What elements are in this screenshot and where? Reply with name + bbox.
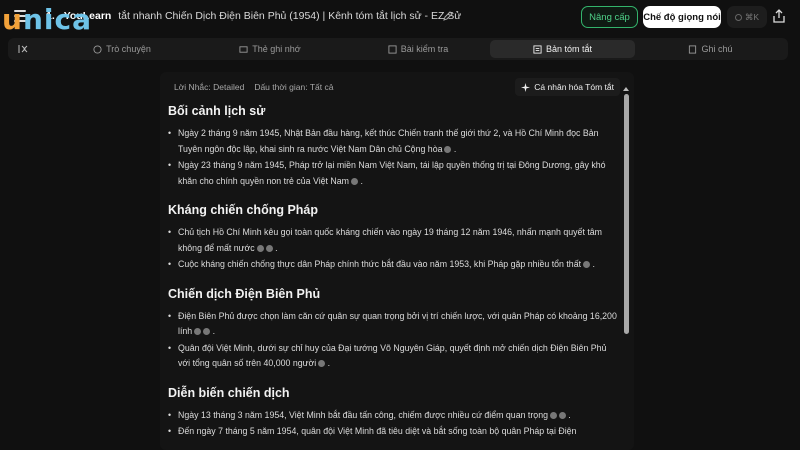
section-heading: Chiến dịch Điện Biên Phủ bbox=[168, 286, 321, 301]
prompt-filter[interactable]: Lời Nhắc: Detailed bbox=[174, 82, 244, 92]
notebook-title: 1. YouLearn tắt nhanh Chiến Dịch Điện Bi… bbox=[46, 10, 461, 22]
notebook-title-text: tắt nhanh Chiến Dịch Điện Biên Phủ (1954… bbox=[118, 10, 462, 22]
shortcut-label: ⌘K bbox=[744, 11, 760, 22]
personalize-summary-button[interactable]: Cá nhân hóa Tóm tắt bbox=[515, 78, 620, 96]
share-icon[interactable] bbox=[773, 9, 785, 23]
top-bar: 1. YouLearn tắt nhanh Chiến Dịch Điện Bi… bbox=[0, 0, 800, 36]
list-item: Cuộc kháng chiến chống thực dân Pháp chí… bbox=[168, 257, 618, 273]
citation-icon[interactable] bbox=[203, 328, 211, 336]
collapse-sidebar-button[interactable] bbox=[12, 40, 34, 58]
tab-flashcards[interactable]: Thẻ ghi nhớ bbox=[196, 40, 344, 58]
section-heading: Bối cảnh lịch sử bbox=[168, 104, 266, 118]
scroll-up-arrow[interactable] bbox=[623, 87, 629, 91]
section-heading: Kháng chiến chống Pháp bbox=[168, 203, 319, 217]
list-item: Ngày 23 tháng 9 năm 1945, Pháp trở lại m… bbox=[168, 158, 618, 189]
section-list: Ngày 2 tháng 9 năm 1945, Nhật Bản đầu hà… bbox=[168, 126, 618, 189]
unica-logo: u nica bbox=[2, 2, 92, 36]
list-item: Ngày 2 tháng 9 năm 1945, Nhật Bản đầu hà… bbox=[168, 126, 618, 157]
section-list: Ngày 13 tháng 3 năm 1954, Việt Minh bắt … bbox=[168, 408, 618, 440]
summary-panel: Lời Nhắc: Detailed Dấu thời gian: Tất cả… bbox=[160, 72, 634, 450]
list-item: Điện Biên Phủ được chọn làm căn cứ quân … bbox=[168, 309, 618, 340]
list-item: Quân đội Việt Minh, dưới sự chỉ huy của … bbox=[168, 341, 618, 372]
tab-notes[interactable]: Ghi chú bbox=[638, 40, 783, 58]
summary-content: Bối cảnh lịch sử Ngày 2 tháng 9 năm 1945… bbox=[168, 104, 618, 450]
citation-icon[interactable] bbox=[549, 411, 557, 419]
citation-icon[interactable] bbox=[351, 177, 358, 185]
tab-bar: Trò chuyện Thẻ ghi nhớ Bài kiểm tra Bản … bbox=[8, 38, 788, 60]
section-list: Chủ tịch Hồ Chí Minh kêu gọi toàn quốc k… bbox=[168, 225, 618, 273]
pencil-icon[interactable] bbox=[443, 11, 453, 21]
sparkle-icon bbox=[521, 82, 531, 92]
tab-chat[interactable]: Trò chuyện bbox=[48, 40, 196, 58]
citation-icon[interactable] bbox=[265, 244, 273, 252]
citation-icon[interactable] bbox=[194, 328, 202, 336]
summary-icon bbox=[533, 44, 542, 54]
section-heading: Diễn biến chiến dịch bbox=[168, 385, 290, 400]
collapse-icon bbox=[18, 45, 28, 53]
voice-mode-button[interactable]: Chế độ giọng nói bbox=[643, 6, 721, 28]
search-shortcut-button[interactable]: ⌘K bbox=[727, 6, 767, 28]
time-range-filter[interactable]: Dấu thời gian: Tất cả bbox=[254, 82, 333, 92]
citation-icon[interactable] bbox=[558, 411, 566, 419]
citation-icon[interactable] bbox=[318, 360, 326, 368]
citation-icon[interactable] bbox=[256, 244, 264, 252]
citation-icon[interactable] bbox=[444, 145, 452, 153]
list-item: Chủ tịch Hồ Chí Minh kêu gọi toàn quốc k… bbox=[168, 225, 618, 256]
tab-quiz[interactable]: Bài kiểm tra bbox=[344, 40, 492, 58]
note-icon bbox=[689, 44, 697, 54]
upgrade-button[interactable]: Nâng cấp bbox=[581, 6, 638, 28]
scrollbar-thumb[interactable] bbox=[624, 94, 629, 334]
search-icon bbox=[734, 13, 742, 21]
citation-icon[interactable] bbox=[583, 261, 591, 269]
quiz-icon bbox=[388, 44, 397, 54]
section-list: Điện Biên Phủ được chọn làm căn cứ quân … bbox=[168, 309, 618, 372]
chat-icon bbox=[93, 44, 102, 54]
list-item: Ngày 13 tháng 3 năm 1954, Việt Minh bắt … bbox=[168, 408, 618, 424]
tab-summary[interactable]: Bản tóm tắt bbox=[490, 40, 635, 58]
summary-filters: Lời Nhắc: Detailed Dấu thời gian: Tất cả bbox=[174, 82, 333, 92]
list-item: Đến ngày 7 tháng 5 năm 1954, quân đội Vi… bbox=[168, 424, 618, 440]
cards-icon bbox=[239, 45, 248, 53]
